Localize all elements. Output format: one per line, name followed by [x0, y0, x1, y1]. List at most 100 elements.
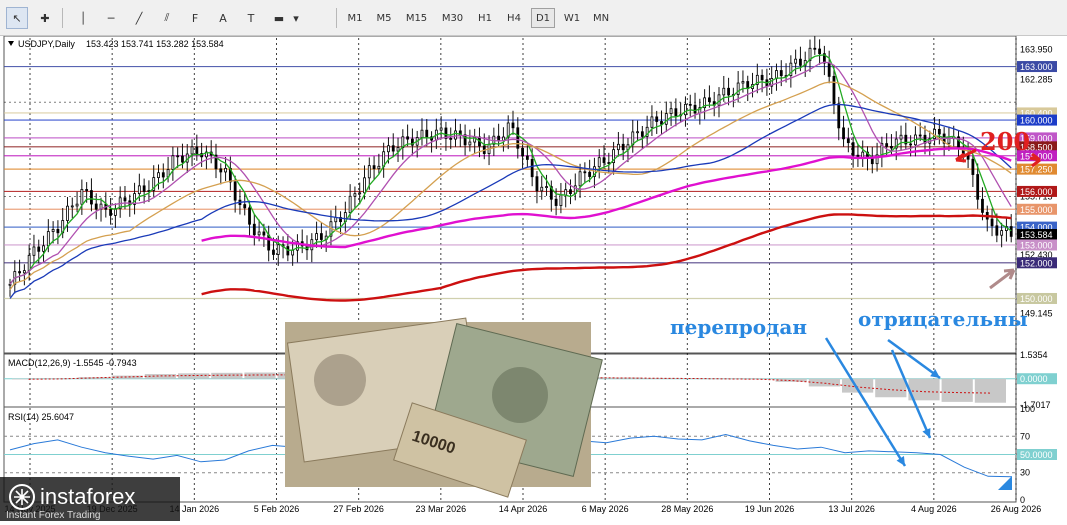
- logo-wordmark: instaforex: [40, 484, 135, 509]
- candle-body: [363, 178, 365, 193]
- timeframe-w1[interactable]: W1: [560, 8, 584, 28]
- cursor-tool[interactable]: ↖: [6, 7, 28, 29]
- dollar-portrait: [492, 367, 548, 423]
- price-label-153.584: 153.584: [1020, 230, 1053, 240]
- candle-body: [641, 132, 643, 137]
- horizontal-line-tool[interactable]: ─: [100, 7, 122, 29]
- shapes-dropdown-icon[interactable]: ▾: [290, 7, 302, 29]
- x-tick-label: 23 Mar 2026: [416, 504, 467, 514]
- candle-body: [584, 172, 586, 173]
- price-label-153.000: 153.000: [1020, 240, 1053, 250]
- text-label-tool[interactable]: T: [240, 7, 262, 29]
- candle-body: [244, 205, 246, 208]
- macd-title: MACD(12,26,9) -1.5545 -0.7943: [8, 358, 137, 368]
- candle-body: [33, 247, 35, 255]
- x-tick-label: 4 Aug 2026: [911, 504, 957, 514]
- candle-body: [148, 190, 150, 191]
- candle-body: [852, 143, 854, 156]
- candle-body: [43, 246, 45, 252]
- candle-body: [392, 146, 394, 151]
- text-tool[interactable]: A: [212, 7, 234, 29]
- candle-body: [981, 199, 983, 212]
- candle-body: [23, 271, 25, 273]
- candle-body: [723, 88, 725, 95]
- candle-body: [124, 198, 126, 201]
- timeframe-m15[interactable]: M15: [401, 8, 432, 28]
- macd-axis-label: 0.0000: [1020, 374, 1048, 384]
- annotation-200: 200: [980, 127, 1030, 156]
- macd-bar: [942, 379, 973, 402]
- x-tick-label: 14 Apr 2026: [499, 504, 548, 514]
- candle-body: [522, 148, 524, 156]
- candle-body: [996, 226, 998, 235]
- candle-body: [263, 232, 265, 235]
- timeframe-m30[interactable]: M30: [437, 8, 468, 28]
- candle-body: [675, 109, 677, 116]
- candle-body: [565, 190, 567, 195]
- price-label-156.000: 156.000: [1020, 187, 1053, 197]
- candle-body: [799, 59, 801, 65]
- candle-body: [320, 234, 322, 240]
- candle-body: [507, 123, 509, 137]
- candle-body: [421, 130, 423, 137]
- shapes-tool[interactable]: ▬: [268, 7, 290, 29]
- candle-body: [919, 135, 921, 136]
- candle-body: [19, 272, 21, 273]
- macd-axis-label: 1.5354: [1020, 350, 1048, 360]
- candle-body: [162, 173, 164, 177]
- channel-tool[interactable]: ⫽: [156, 7, 178, 29]
- crosshair-tool[interactable]: ✚: [34, 7, 56, 29]
- candle-body: [225, 168, 227, 172]
- candle-body: [373, 166, 375, 169]
- candle-body: [819, 49, 821, 54]
- candle-body: [555, 199, 557, 205]
- candle-body: [272, 250, 274, 254]
- candle-body: [737, 83, 739, 95]
- candle-body: [28, 255, 30, 270]
- macd-bar: [211, 373, 242, 379]
- x-tick-label: 27 Feb 2026: [333, 504, 384, 514]
- candle-body: [498, 136, 500, 140]
- timeframe-m1[interactable]: M1: [343, 8, 367, 28]
- candle-body: [138, 186, 140, 194]
- candle-body: [689, 104, 691, 105]
- candle-body: [76, 204, 78, 206]
- y-axis-label: 162.285: [1020, 74, 1053, 84]
- candle-body: [426, 130, 428, 137]
- candle-body: [277, 245, 279, 255]
- candle-body: [368, 166, 370, 178]
- rsi-axis-label: 70: [1020, 431, 1030, 441]
- vertical-line-tool[interactable]: │: [72, 7, 94, 29]
- candle-body: [95, 204, 97, 209]
- candle-body: [158, 173, 160, 178]
- candle-body: [81, 189, 83, 204]
- logo-tagline: Instant Forex Trading: [6, 510, 101, 521]
- candle-body: [38, 247, 40, 251]
- macd-bar: [975, 379, 1006, 403]
- y-axis-label: 163.950: [1020, 45, 1053, 55]
- toolbar-separator: [336, 8, 337, 28]
- candle-body: [172, 156, 174, 170]
- timeframe-d1[interactable]: D1: [531, 8, 555, 28]
- candle-body: [455, 131, 457, 139]
- trendline-tool[interactable]: ╱: [128, 7, 150, 29]
- timeframe-h4[interactable]: H4: [502, 8, 526, 28]
- ohlc-readout: 153.423 153.741 153.282 153.584: [86, 39, 224, 49]
- x-tick-label: 6 May 2026: [582, 504, 629, 514]
- candle-body: [9, 284, 11, 285]
- candle-body: [579, 172, 581, 186]
- candle-body: [181, 156, 183, 162]
- candle-body: [191, 147, 193, 154]
- candle-body: [900, 135, 902, 139]
- timeframe-mn[interactable]: MN: [589, 8, 613, 28]
- timeframe-m5[interactable]: M5: [372, 8, 396, 28]
- fibonacci-tool[interactable]: F: [184, 7, 206, 29]
- rsi-axis-label: 100: [1020, 404, 1035, 414]
- timeframe-h1[interactable]: H1: [473, 8, 497, 28]
- candle-body: [517, 128, 519, 148]
- macd-bar: [875, 379, 906, 398]
- candle-body: [512, 123, 514, 128]
- candle-body: [258, 232, 260, 235]
- candle-body: [469, 142, 471, 145]
- x-tick-label: 19 Jun 2026: [745, 504, 795, 514]
